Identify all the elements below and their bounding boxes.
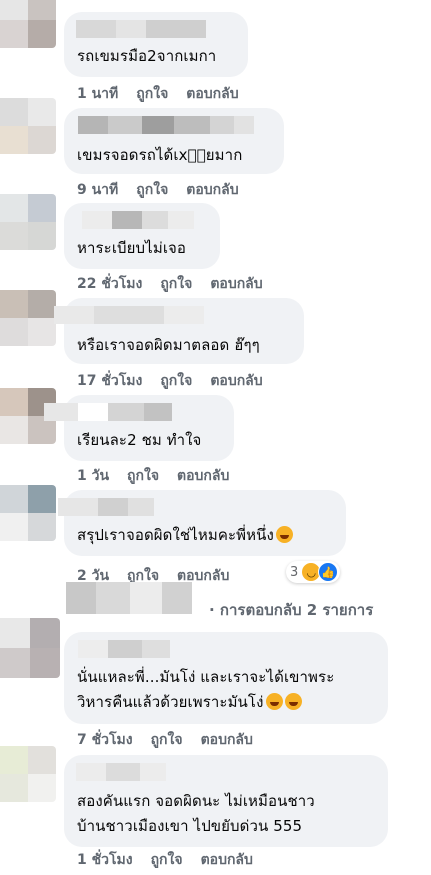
commenter-name[interactable] (44, 403, 172, 421)
comment-text-content: วิหารคืนแล้วด้วยเพราะมันโง่ (77, 693, 264, 711)
comment-time[interactable]: 7 ชั่วโมง (77, 729, 133, 751)
avatar[interactable] (0, 194, 56, 250)
comment-text-line2: บ้านชาวเมืองเขา ไปขยับด่วน 555 (77, 817, 303, 835)
like-button[interactable]: ถูกใจ (160, 370, 192, 392)
like-button[interactable]: ถูกใจ (136, 179, 168, 201)
avatar[interactable] (0, 290, 56, 346)
reaction-summary[interactable]: 3 ◡ 👍 (286, 561, 341, 583)
like-button[interactable]: ถูกใจ (160, 273, 192, 295)
comment-time[interactable]: 1 ชั่วโมง (77, 849, 133, 871)
view-replies-link[interactable]: · การตอบกลับ 2 รายการ (209, 598, 373, 622)
reaction-count: 3 (290, 564, 299, 580)
comment-text-line1: สองคันแรก จอดผิดนะ ไม่เหมือนชาว (77, 792, 315, 810)
reply-button[interactable]: ตอบกลับ (177, 465, 229, 487)
like-button[interactable]: ถูกใจ (151, 849, 183, 871)
comment-bubble: เขมรจอดรถได้เx􀀀􀀀ยมาก (64, 108, 284, 174)
comment-time[interactable]: 9 นาที (77, 179, 118, 201)
comment-bubble: เรียนละ2 ชม ทำใจ (44, 395, 234, 461)
haha-emoji-icon (265, 693, 283, 710)
comment-bubble: หาระเบียบไม่เจอ (64, 203, 220, 269)
comment-time[interactable]: 1 วัน (77, 465, 109, 487)
comment-actions: 17 ชั่วโมง ถูกใจ ตอบกลับ (77, 370, 263, 392)
avatar[interactable] (0, 485, 56, 541)
comment-text: หรือเราจอดผิดมาตลอด ฮ๊ๆๆ (77, 336, 260, 354)
comment-bubble: หรือเราจอดผิดมาตลอด ฮ๊ๆๆ (54, 298, 304, 364)
commenter-name[interactable] (76, 20, 206, 38)
commenter-name[interactable] (58, 498, 154, 516)
comment-actions: 7 ชั่วโมง ถูกใจ ตอบกลับ (77, 729, 253, 751)
comment-text-line2: วิหารคืนแล้วด้วยเพราะมันโง่ (77, 691, 302, 713)
reply-button[interactable]: ตอบกลับ (210, 370, 262, 392)
comment-time[interactable]: 22 ชั่วโมง (77, 273, 142, 295)
comment-text: หาระเบียบไม่เจอ (77, 239, 187, 257)
like-button[interactable]: ถูกใจ (151, 729, 183, 751)
like-button[interactable]: ถูกใจ (127, 465, 159, 487)
haha-emoji-icon (275, 526, 293, 543)
comment-actions: 1 นาที ถูกใจ ตอบกลับ (77, 83, 239, 105)
comment-bubble: นั่นแหละพี่...มันโง่ และเราจะได้เขาพระ ว… (64, 632, 388, 724)
commenter-name[interactable] (78, 640, 170, 658)
comment-bubble: สรุปเราจอดผิดใช่ไหมคะพี่หนึ่ง (58, 490, 346, 556)
comment-bubble: สองคันแรก จอดผิดนะ ไม่เหมือนชาว บ้านชาวเ… (64, 755, 388, 847)
comment-time[interactable]: 1 นาที (77, 83, 118, 105)
avatar[interactable] (0, 618, 60, 678)
reply-button[interactable]: ตอบกลับ (186, 179, 238, 201)
like-button[interactable]: ถูกใจ (136, 83, 168, 105)
comment-text: รถเขมรมือ2จากเมกา (77, 47, 217, 65)
commenter-name[interactable] (54, 306, 204, 324)
comment-text: เรียนละ2 ชม ทำใจ (77, 431, 202, 449)
commenter-name[interactable] (78, 116, 254, 134)
avatar[interactable] (0, 746, 56, 802)
reply-button[interactable]: ตอบกลับ (201, 729, 253, 751)
like-reaction-icon: 👍 (318, 562, 339, 582)
comment-text-line1: นั่นแหละพี่...มันโง่ และเราจะได้เขาพระ (77, 668, 335, 686)
comment-text: สรุปเราจอดผิดใช่ไหมคะพี่หนึ่ง (77, 524, 293, 546)
haha-emoji-icon (284, 693, 302, 710)
comment-actions: 9 นาที ถูกใจ ตอบกลับ (77, 179, 239, 201)
reply-button[interactable]: ตอบกลับ (186, 83, 238, 105)
comment-time[interactable]: 17 ชั่วโมง (77, 370, 142, 392)
reply-button[interactable]: ตอบกลับ (201, 849, 253, 871)
comment-text-content: สรุปเราจอดผิดใช่ไหมคะพี่หนึ่ง (77, 526, 274, 544)
avatar[interactable] (0, 0, 56, 48)
comment-text: เขมรจอดรถได้เx􀀀􀀀ยมาก (77, 146, 243, 164)
comment-bubble: รถเขมรมือ2จากเมกา (64, 12, 248, 77)
reply-button[interactable]: ตอบกลับ (210, 273, 262, 295)
avatar[interactable] (0, 98, 56, 154)
reply-avatars-blur (66, 582, 192, 614)
commenter-name[interactable] (76, 763, 166, 781)
comment-actions: 1 วัน ถูกใจ ตอบกลับ (77, 465, 229, 487)
comment-actions: 1 ชั่วโมง ถูกใจ ตอบกลับ (77, 849, 253, 871)
comment-actions: 22 ชั่วโมง ถูกใจ ตอบกลับ (77, 273, 263, 295)
commenter-name[interactable] (82, 211, 194, 229)
